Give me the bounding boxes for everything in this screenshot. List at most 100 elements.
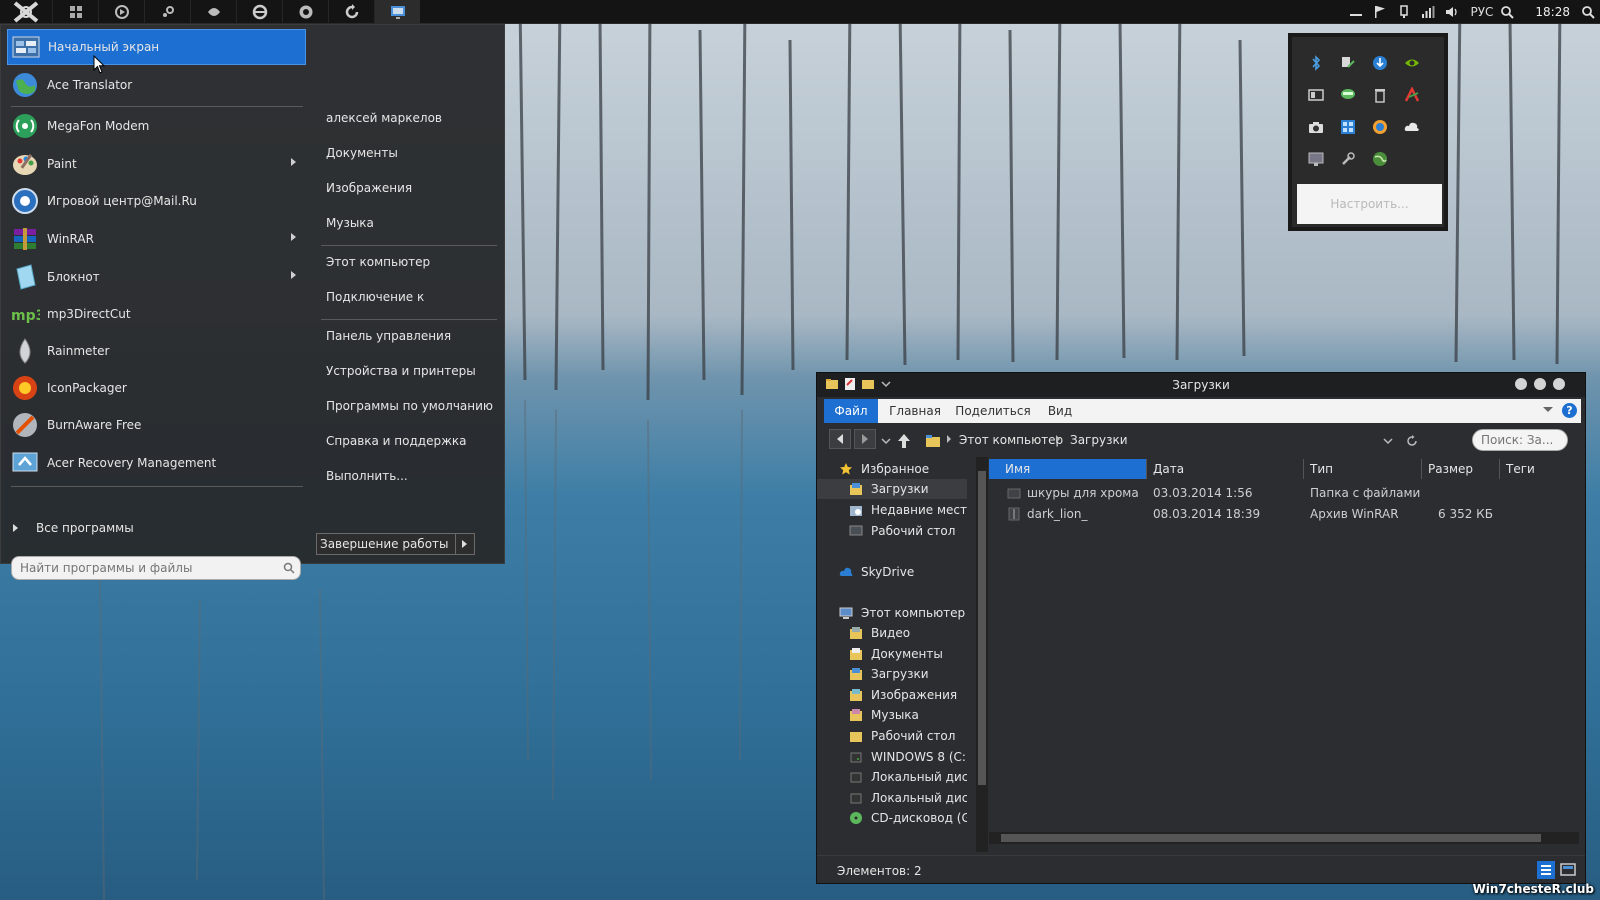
program-megafon-modem[interactable]: MegaFon Modem [7, 108, 306, 144]
minimize-button[interactable] [1515, 378, 1527, 390]
network-icon[interactable] [1340, 55, 1356, 71]
refresh-icon[interactable] [1405, 434, 1419, 448]
taskbar-windows-button[interactable] [52, 0, 98, 24]
trash-icon[interactable] [1372, 87, 1388, 103]
cloud-icon[interactable] [1404, 119, 1420, 135]
program-mp3directcut[interactable]: mp3 mp3DirectCut [7, 296, 306, 332]
program-iconpackager[interactable]: IconPackager [7, 370, 306, 406]
nav-favorites[interactable]: Избранное [817, 459, 967, 479]
horizontal-scrollbar[interactable] [989, 832, 1579, 844]
nav-documents[interactable]: Документы [817, 644, 967, 664]
back-button[interactable] [829, 429, 851, 449]
folder-search-input[interactable] [1472, 429, 1568, 451]
places-run[interactable]: Выполнить... [326, 469, 408, 483]
start-search-input[interactable] [11, 556, 301, 580]
taskbar-ie-button[interactable] [236, 0, 282, 24]
acer-icon[interactable] [1404, 87, 1420, 103]
places-user[interactable]: алексей маркелов [326, 111, 442, 125]
nav-skydrive[interactable]: SkyDrive [817, 562, 967, 582]
scrollbar-thumb[interactable] [978, 471, 986, 785]
column-tags[interactable]: Теги [1500, 459, 1579, 479]
column-type[interactable]: Тип [1304, 459, 1422, 479]
taskbar-remote-desktop-button[interactable] [374, 0, 420, 24]
places-music[interactable]: Музыка [326, 216, 374, 230]
global-search-button[interactable] [1576, 0, 1600, 24]
program-acer-recovery[interactable]: Acer Recovery Management [7, 445, 306, 481]
chat-icon[interactable] [1340, 87, 1356, 103]
places-computer[interactable]: Этот компьютер [326, 255, 430, 269]
taskbar-media-player-button[interactable] [98, 0, 144, 24]
help-button[interactable]: ? [1562, 403, 1577, 418]
file-row[interactable]: шкуры для хрома 03.03.2014 1:56 Папка с … [989, 483, 1579, 503]
nvidia-icon[interactable] [1404, 55, 1420, 71]
places-documents[interactable]: Документы [326, 146, 398, 160]
tab-file[interactable]: Файл [824, 399, 878, 423]
nav-pictures[interactable]: Изображения [817, 685, 967, 705]
places-devices-printers[interactable]: Устройства и принтеры [326, 364, 476, 378]
action-center-button[interactable] [1368, 0, 1392, 24]
clock[interactable]: 18:28 [1519, 5, 1576, 19]
bluetooth-icon[interactable] [1308, 55, 1324, 71]
download-icon[interactable] [1372, 55, 1388, 71]
shield-icon[interactable] [1372, 119, 1388, 135]
configure-button[interactable]: Настроить... [1297, 184, 1442, 224]
tab-share[interactable]: Поделиться [952, 399, 1034, 423]
language-indicator[interactable]: РУС [1464, 5, 1495, 19]
maximize-button[interactable] [1534, 378, 1546, 390]
show-desktop-button[interactable] [1344, 0, 1368, 24]
nav-this-computer[interactable]: Этот компьютер [817, 603, 967, 623]
monitor-icon[interactable] [1308, 151, 1324, 167]
nav-music[interactable]: Музыка [817, 705, 967, 725]
file-row[interactable]: dark_lion_ 08.03.2014 18:39 Архив WinRAR… [989, 504, 1579, 524]
places-pictures[interactable]: Изображения [326, 181, 412, 195]
program-winrar[interactable]: WinRAR [7, 221, 306, 257]
all-programs-button[interactable]: Все программы [13, 521, 134, 535]
close-button[interactable] [1553, 378, 1565, 390]
start-button[interactable] [0, 0, 52, 24]
places-connect-to[interactable]: Подключение к [326, 290, 424, 304]
chevron-down-icon[interactable] [1383, 437, 1393, 445]
nav-videos[interactable]: Видео [817, 623, 967, 643]
program-start-screen[interactable]: Начальный экран [7, 29, 306, 65]
expand-ribbon-button[interactable] [1543, 407, 1553, 412]
wrench-icon[interactable] [1340, 151, 1356, 167]
recent-locations-icon[interactable] [881, 437, 891, 445]
network-signal-button[interactable] [1416, 0, 1440, 24]
program-paint[interactable]: Paint [7, 146, 306, 182]
program-burnaware[interactable]: BurnAware Free [7, 407, 306, 443]
program-notepad[interactable]: Блокнот [7, 259, 306, 295]
tab-home[interactable]: Главная [884, 399, 946, 423]
shutdown-button[interactable]: Завершение работы [317, 534, 456, 554]
nav-local-disk-1[interactable]: Локальный диск ( [817, 767, 967, 787]
nav-downloads[interactable]: Загрузки [817, 479, 967, 499]
nav-local-disk-2[interactable]: Локальный диск ( [817, 788, 967, 808]
window-titlebar[interactable]: Загрузки [817, 373, 1585, 397]
nav-recent-places[interactable]: Недавние места [817, 500, 967, 520]
program-rainmeter[interactable]: Rainmeter [7, 333, 306, 369]
nav-cd-drive[interactable]: CD-дисковод (G:) [817, 808, 967, 828]
column-date[interactable]: Дата [1147, 459, 1304, 479]
large-icons-view-icon[interactable] [1559, 861, 1577, 879]
taskbar-steam-button[interactable] [144, 0, 190, 24]
forward-button[interactable] [854, 429, 876, 449]
column-name[interactable]: Имя [989, 459, 1147, 479]
taskbar-app-button[interactable] [190, 0, 236, 24]
program-ace-translator[interactable]: Ace Translator [7, 67, 306, 103]
shutdown-options-button[interactable] [456, 534, 474, 554]
nav-downloads-2[interactable]: Загрузки [817, 664, 967, 684]
nav-drive-c[interactable]: WINDOWS 8 (C:) [817, 747, 967, 767]
breadcrumb-downloads[interactable]: Загрузки [1070, 433, 1128, 447]
power-button[interactable] [1392, 0, 1416, 24]
nav-desktop[interactable]: Рабочий стол [817, 521, 967, 541]
column-size[interactable]: Размер [1422, 459, 1500, 479]
volume-button[interactable] [1440, 0, 1464, 24]
tray-search-button[interactable] [1495, 0, 1519, 24]
breadcrumb-computer[interactable]: Этот компьютер [959, 433, 1063, 447]
globe-icon[interactable] [1372, 151, 1388, 167]
taskbar-chrome-button[interactable] [282, 0, 328, 24]
navigation-scrollbar[interactable] [976, 457, 988, 852]
taskbar-refresh-button[interactable] [328, 0, 374, 24]
places-default-programs[interactable]: Программы по умолчанию [326, 399, 493, 413]
windows-icon[interactable] [1340, 119, 1356, 135]
places-control-panel[interactable]: Панель управления [326, 329, 451, 343]
